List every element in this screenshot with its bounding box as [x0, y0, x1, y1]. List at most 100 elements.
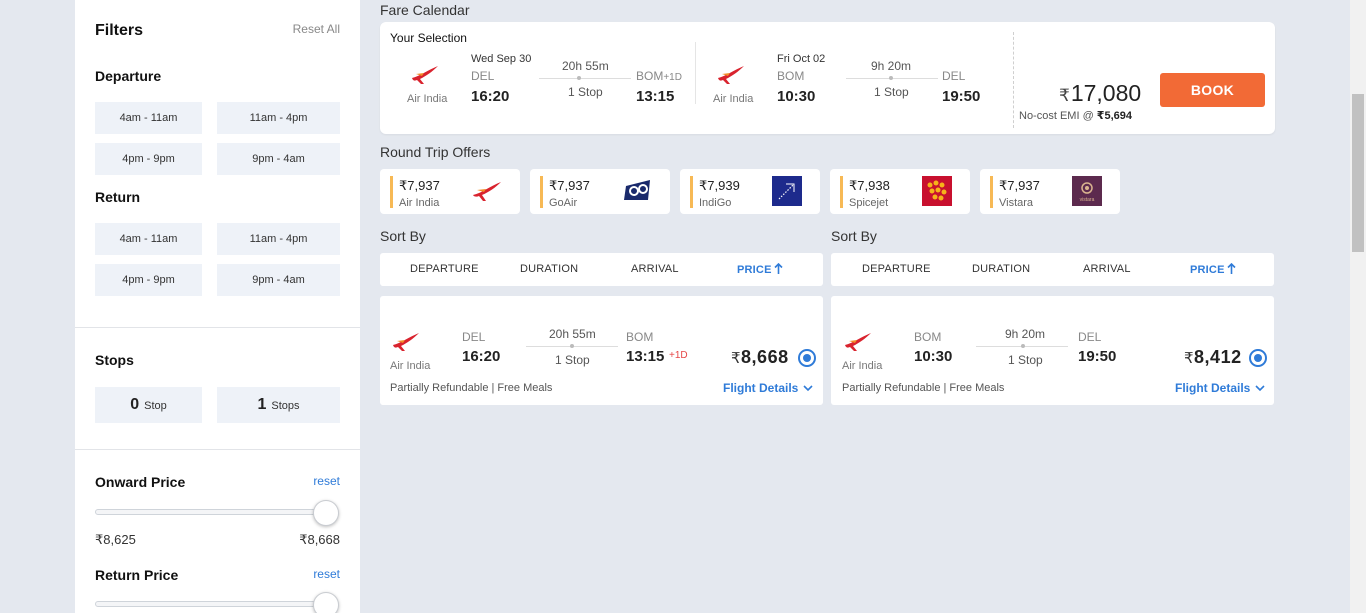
- onward-price-slider-track[interactable]: [95, 509, 325, 515]
- stop-dot: [570, 344, 574, 348]
- sort-price[interactable]: PRICE: [1190, 262, 1236, 276]
- stop-count: 1 Stop: [568, 85, 603, 99]
- departure-time: 16:20: [471, 88, 510, 105]
- emi-value: ₹5,694: [1096, 110, 1132, 122]
- departure-slot-evening[interactable]: 4pm - 9pm: [95, 143, 202, 175]
- divider: [75, 327, 360, 328]
- book-button[interactable]: BOOK: [1160, 73, 1265, 107]
- offer-card-indigo[interactable]: ₹7,939 IndiGo: [680, 169, 820, 214]
- sort-price-label: PRICE: [1190, 264, 1225, 276]
- flight-details-link[interactable]: Flight Details: [723, 381, 813, 395]
- destination-code-text: BOM: [636, 69, 664, 83]
- airline-name: Air India: [390, 360, 431, 372]
- return-slot-night[interactable]: 9pm - 4am: [217, 264, 340, 296]
- sort-price-label: PRICE: [737, 264, 772, 276]
- total-price: ₹17,080: [1059, 80, 1141, 107]
- stop-count: 0: [130, 396, 140, 413]
- offer-price: ₹7,937: [399, 178, 440, 193]
- return-price-slider-track[interactable]: [95, 601, 325, 607]
- stop-label: Stop: [144, 400, 167, 412]
- origin-code: DEL: [471, 69, 495, 83]
- route-line: [539, 78, 631, 79]
- departure-slot-morning[interactable]: 4am - 11am: [95, 102, 202, 134]
- offer-card-spicejet[interactable]: ₹7,938 Spicejet: [830, 169, 970, 214]
- arrival-time: 19:50: [1078, 348, 1117, 365]
- result-card-onward[interactable]: Air India DEL 16:20 20h 55m 1 Stop BOM 1…: [380, 296, 823, 405]
- sort-arrival[interactable]: ARRIVAL: [631, 263, 679, 275]
- air-india-logo-icon: [473, 182, 501, 201]
- sort-bar-return: DEPARTURE DURATION ARRIVAL PRICE: [831, 253, 1274, 286]
- return-price-slider-handle[interactable]: [313, 592, 339, 613]
- destination-code: BOM: [626, 330, 654, 344]
- result-card-return[interactable]: Air India BOM 10:30 9h 20m 1 Stop DEL 19…: [831, 296, 1274, 405]
- stop-option-0[interactable]: 0 Stop: [95, 387, 202, 423]
- arrow-up-icon: [1227, 262, 1236, 274]
- offer-accent-bar: [840, 176, 843, 208]
- offer-price: ₹7,938: [849, 178, 890, 193]
- next-day-badge: +1D: [669, 350, 688, 361]
- arrival-time: 13:15: [626, 348, 665, 365]
- departure-time: 16:20: [462, 348, 501, 365]
- origin-code: BOM: [914, 330, 942, 344]
- stop-dot: [1021, 344, 1025, 348]
- select-flight-radio[interactable]: [1249, 349, 1267, 367]
- fare-info: Partially Refundable | Free Meals: [390, 382, 553, 394]
- offer-airline: Vistara: [999, 197, 1034, 209]
- return-date: Fri Oct 02: [777, 53, 826, 65]
- onward-price-slider-handle[interactable]: [313, 500, 339, 526]
- return-slot-afternoon[interactable]: 11am - 4pm: [217, 223, 340, 255]
- offer-accent-bar: [990, 176, 993, 208]
- air-india-logo-icon: [845, 333, 871, 351]
- fare-info: Partially Refundable | Free Meals: [842, 382, 1005, 394]
- chevron-down-icon: [803, 385, 813, 392]
- onward-date: Wed Sep 30: [471, 53, 532, 65]
- page-scrollbar[interactable]: [1350, 0, 1366, 613]
- sort-departure[interactable]: DEPARTURE: [410, 263, 479, 275]
- offer-card-vistara[interactable]: ₹7,937 Vistara vistara: [980, 169, 1120, 214]
- sort-arrival[interactable]: ARRIVAL: [1083, 263, 1131, 275]
- emi-info: No-cost EMI @ ₹5,694: [1019, 109, 1132, 122]
- stop-option-1[interactable]: 1 Stops: [217, 387, 340, 423]
- return-slot-evening[interactable]: 4pm - 9pm: [95, 264, 202, 296]
- departure-slot-night[interactable]: 9pm - 4am: [217, 143, 340, 175]
- goair-logo-icon: [624, 180, 650, 200]
- vistara-logo-text: vistara: [1080, 197, 1095, 203]
- scrollbar-thumb[interactable]: [1352, 94, 1364, 252]
- offer-accent-bar: [390, 176, 393, 208]
- sort-departure[interactable]: DEPARTURE: [862, 263, 931, 275]
- currency-symbol: ₹: [1059, 86, 1070, 105]
- indigo-logo-icon: [772, 176, 802, 206]
- sort-duration[interactable]: DURATION: [520, 263, 578, 275]
- departure-slot-afternoon[interactable]: 11am - 4pm: [217, 102, 340, 134]
- flight-duration: 9h 20m: [1005, 327, 1046, 341]
- airline-name: Air India: [713, 93, 754, 105]
- return-price-reset-link[interactable]: reset: [313, 567, 340, 581]
- emi-label: No-cost EMI @: [1019, 110, 1094, 122]
- onward-price-reset-link[interactable]: reset: [313, 474, 340, 488]
- sort-bar-onward: DEPARTURE DURATION ARRIVAL PRICE: [380, 253, 823, 286]
- departure-time: 10:30: [914, 348, 953, 365]
- offer-card-goair[interactable]: ₹7,937 GoAir: [530, 169, 670, 214]
- sort-by-title: Sort By: [380, 228, 426, 244]
- air-india-logo-icon: [393, 333, 419, 351]
- result-price: ₹8,668: [731, 347, 789, 368]
- divider: [695, 42, 696, 104]
- flight-duration: 20h 55m: [562, 59, 609, 73]
- airline-name: Air India: [407, 93, 448, 105]
- next-day-suffix: +1D: [663, 72, 682, 83]
- return-slot-morning[interactable]: 4am - 11am: [95, 223, 202, 255]
- selection-card: Your Selection Air India Wed Sep 30 DEL …: [380, 22, 1275, 134]
- result-price-value: 8,412: [1194, 347, 1242, 367]
- flight-details-link[interactable]: Flight Details: [1175, 381, 1265, 395]
- select-flight-radio[interactable]: [798, 349, 816, 367]
- vistara-logo-icon: vistara: [1072, 176, 1102, 206]
- stops-filter-title: Stops: [95, 352, 134, 368]
- reset-all-link[interactable]: Reset All: [293, 22, 340, 36]
- offer-airline: Spicejet: [849, 197, 889, 209]
- sort-price[interactable]: PRICE: [737, 262, 783, 276]
- onward-price-max: ₹8,668: [299, 532, 340, 547]
- destination-code: BOM+1D: [636, 69, 682, 83]
- offer-card-air-india[interactable]: ₹7,937 Air India: [380, 169, 520, 214]
- round-trip-offers-title: Round Trip Offers: [380, 144, 491, 160]
- sort-duration[interactable]: DURATION: [972, 263, 1030, 275]
